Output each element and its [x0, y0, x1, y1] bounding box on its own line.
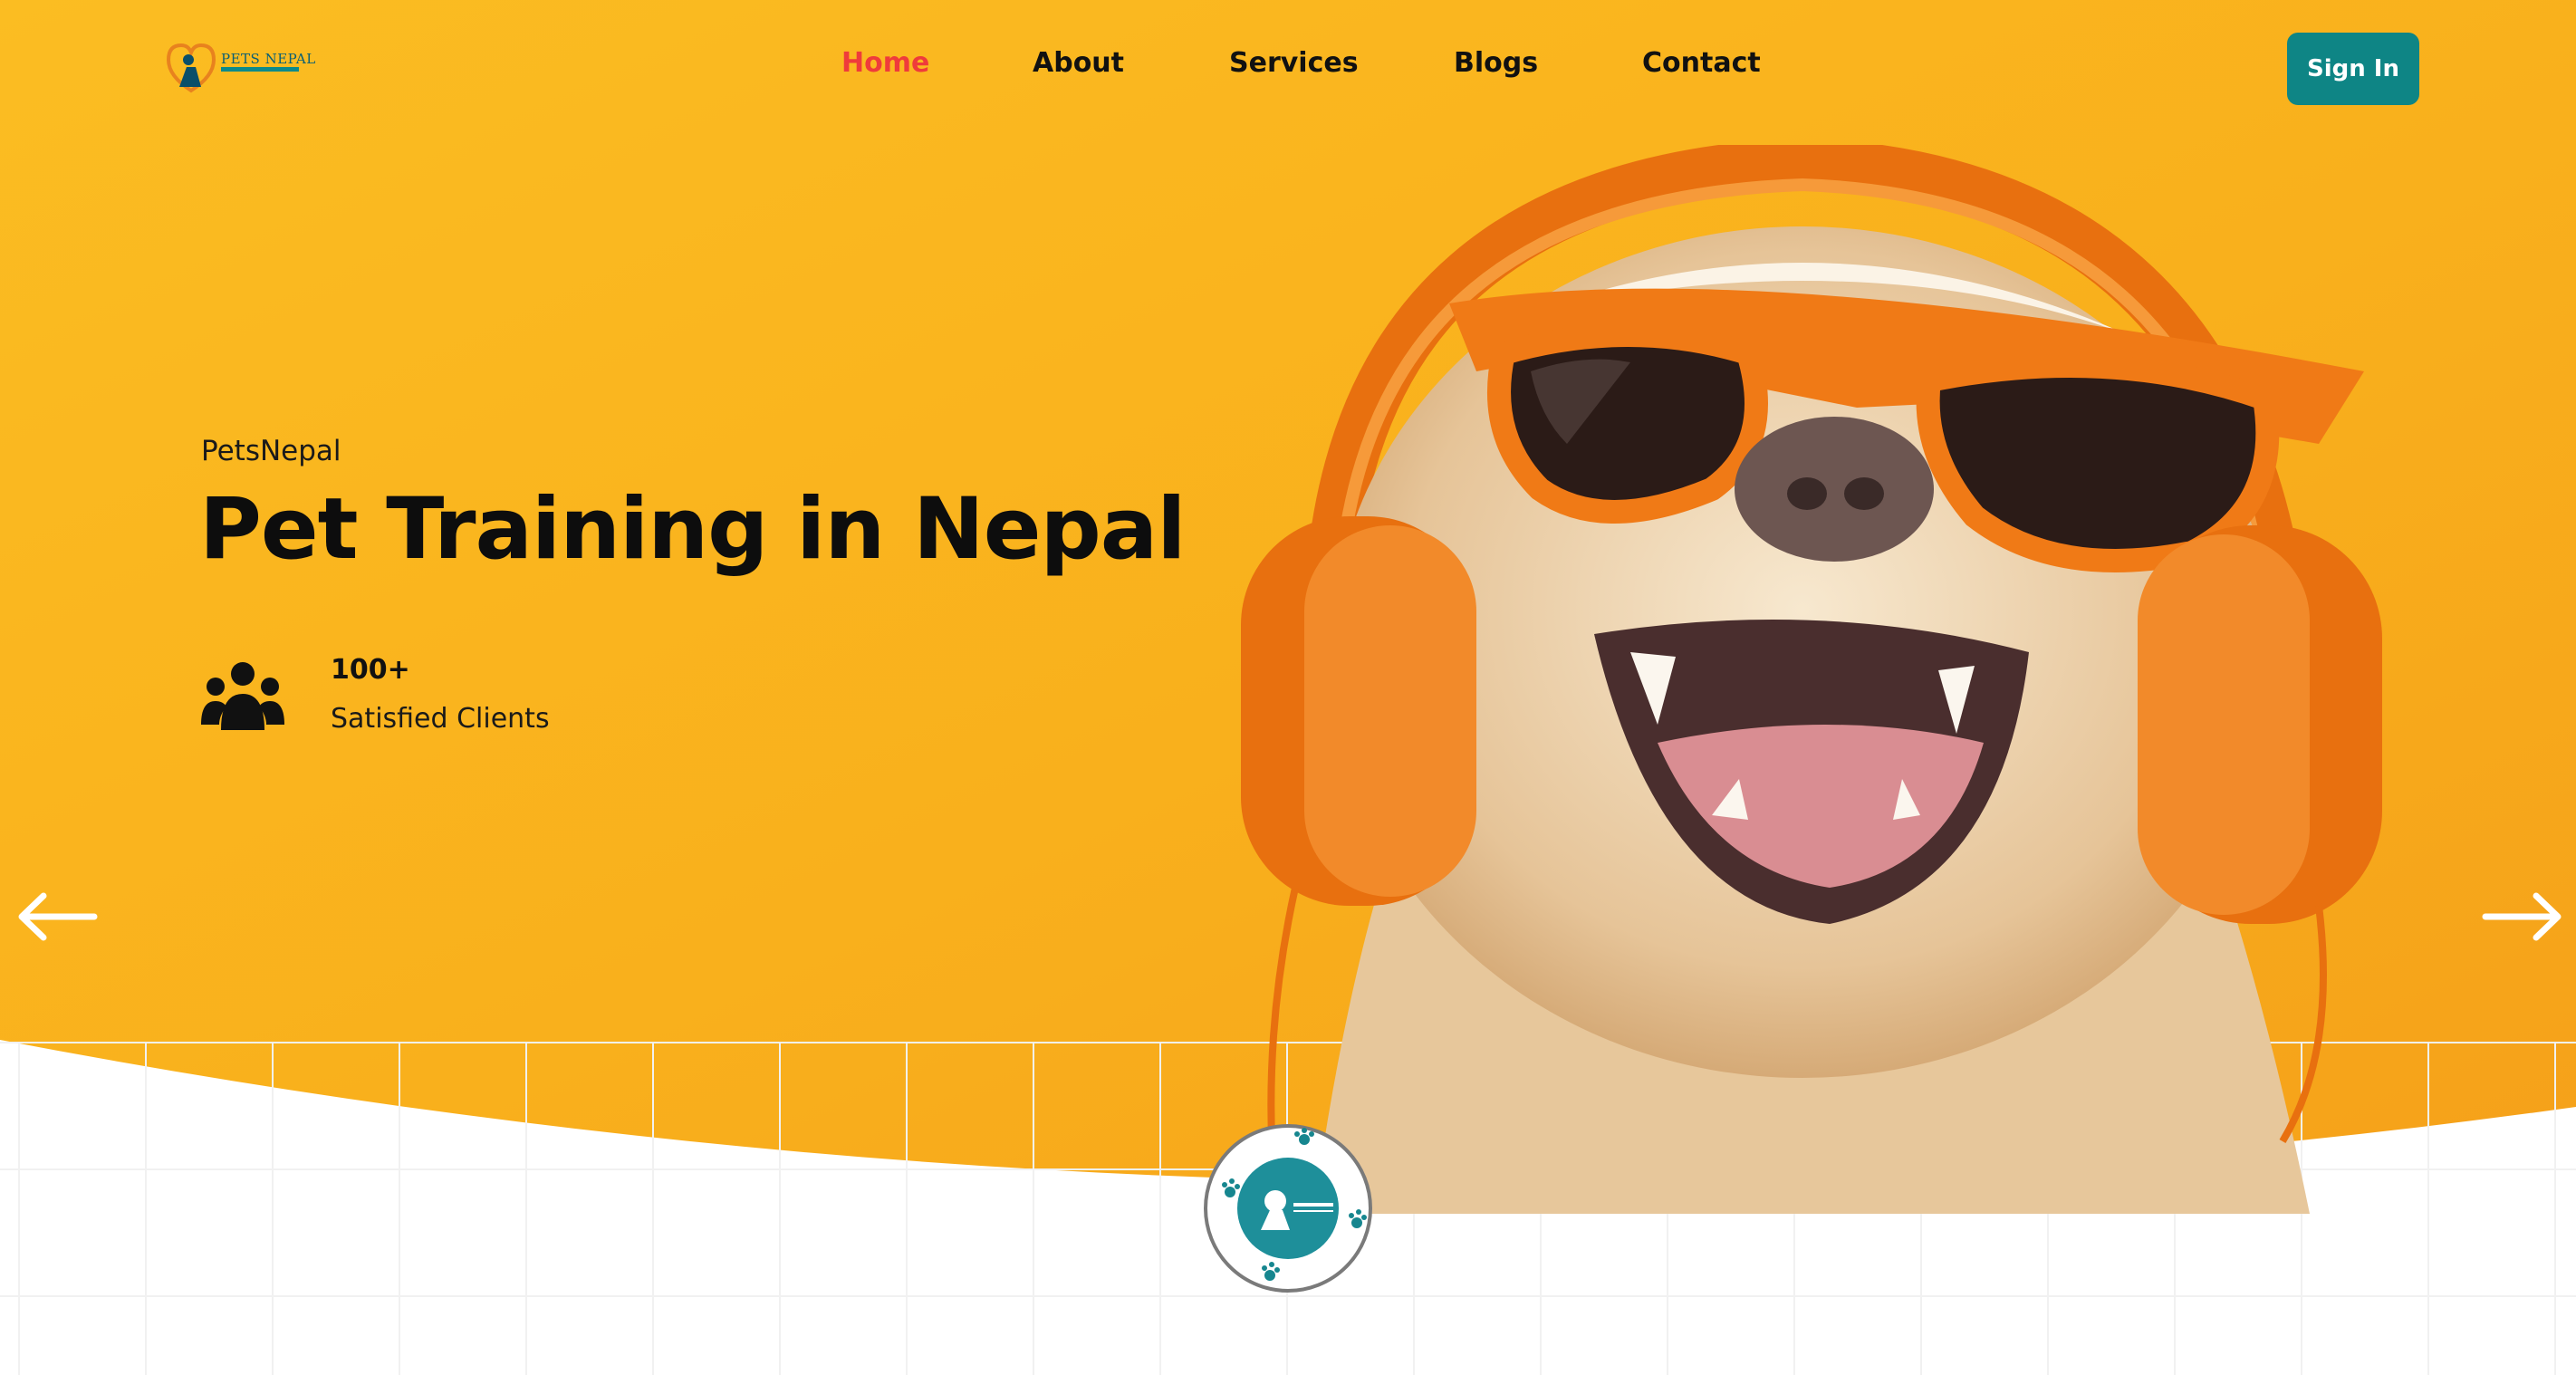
top-navbar: PETS NEPAL Home About Services Blogs Con…	[0, 0, 2576, 136]
nav-about-link[interactable]: About	[1033, 47, 1124, 79]
logo-badge	[1203, 1123, 1373, 1293]
hero-headline: Pet Training in Nepal	[199, 480, 1186, 579]
dog-with-headphones-image	[1241, 145, 2382, 1214]
nav-links: Home About Services Blogs Contact	[0, 47, 2576, 92]
nav-blogs-link[interactable]: Blogs	[1454, 47, 1538, 79]
clients-count: 100+	[331, 654, 410, 686]
sign-in-button[interactable]: Sign In	[2287, 33, 2419, 105]
arrow-left-icon[interactable]	[16, 892, 98, 941]
nav-home-link[interactable]: Home	[841, 47, 929, 79]
hero-eyebrow: PetsNepal	[201, 435, 341, 467]
badge-emblem	[1204, 1124, 1372, 1293]
arrow-right-icon[interactable]	[2482, 892, 2563, 941]
hero-section: PETS NEPAL Home About Services Blogs Con…	[0, 0, 2576, 1375]
nav-services-link[interactable]: Services	[1229, 47, 1359, 79]
clients-label: Satisfied Clients	[331, 703, 550, 735]
nav-contact-link[interactable]: Contact	[1642, 47, 1761, 79]
users-group-icon	[201, 662, 284, 730]
